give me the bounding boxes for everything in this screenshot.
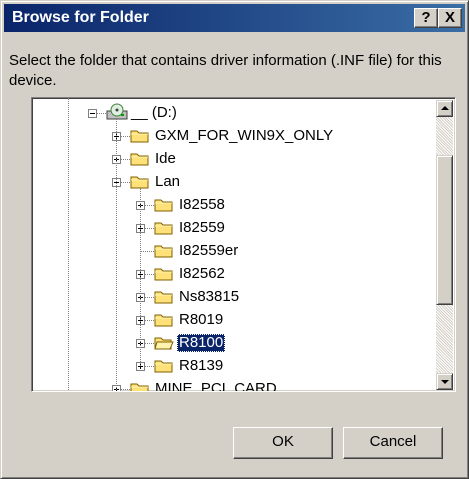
tree-connector [116, 119, 117, 390]
folder-icon [154, 289, 174, 305]
collapse-icon[interactable] [88, 109, 97, 118]
tree-connector [140, 251, 154, 252]
tree-item-label[interactable]: R8139 [177, 357, 225, 375]
open-folder-icon [154, 335, 174, 351]
tree-item-label[interactable]: __ (D:) [129, 104, 179, 122]
tree-item-label[interactable]: MINE_PCI_CARD [153, 380, 279, 391]
browse-for-folder-dialog: Browse for Folder ? X Select the folder … [0, 0, 469, 479]
arrow-up-icon [441, 106, 449, 110]
tree-connector [140, 188, 141, 366]
folder-icon [130, 381, 150, 391]
folder-icon [154, 266, 174, 282]
close-button[interactable]: X [438, 8, 462, 28]
tree-item-label[interactable]: GXM_FOR_WIN9X_ONLY [153, 127, 335, 145]
tree-item-label[interactable]: Ns83815 [177, 288, 241, 306]
folder-icon [154, 312, 174, 328]
tree-connector [68, 98, 69, 390]
scroll-thumb[interactable] [436, 155, 453, 305]
folder-icon [130, 151, 150, 167]
folder-icon [154, 220, 174, 236]
folder-icon [130, 128, 150, 144]
folder-icon [154, 197, 174, 213]
ok-button[interactable]: OK [233, 427, 333, 459]
tree-item-label[interactable]: I82559er [177, 242, 240, 260]
help-button[interactable]: ? [414, 8, 438, 28]
folder-icon [154, 358, 174, 374]
cd-drive-icon [106, 103, 128, 121]
folder-icon [154, 243, 174, 259]
vertical-scrollbar[interactable] [436, 100, 453, 390]
folder-tree[interactable]: __ (D:) GXM_FOR_WIN9X_ONLY Ide Lan I82558 I82… [31, 97, 456, 392]
dialog-title: Browse for Folder [12, 9, 149, 26]
scroll-down-button[interactable] [436, 373, 453, 390]
cancel-button[interactable]: Cancel [343, 427, 443, 459]
tree-item-label[interactable]: R8019 [177, 311, 225, 329]
tree-item-selected[interactable]: R8100 [177, 334, 226, 352]
arrow-down-icon [441, 380, 449, 384]
tree-item-label[interactable]: Ide [153, 150, 178, 168]
instruction-text: Select the folder that contains driver i… [9, 52, 442, 89]
tree-item-label[interactable]: I82558 [177, 196, 227, 214]
scroll-up-button[interactable] [436, 100, 453, 117]
tree-item-label[interactable]: Lan [153, 173, 182, 191]
tree-item-label[interactable]: I82559 [177, 219, 227, 237]
tree-item-label[interactable]: I82562 [177, 265, 227, 283]
title-bar[interactable]: Browse for Folder ? X [4, 4, 465, 32]
